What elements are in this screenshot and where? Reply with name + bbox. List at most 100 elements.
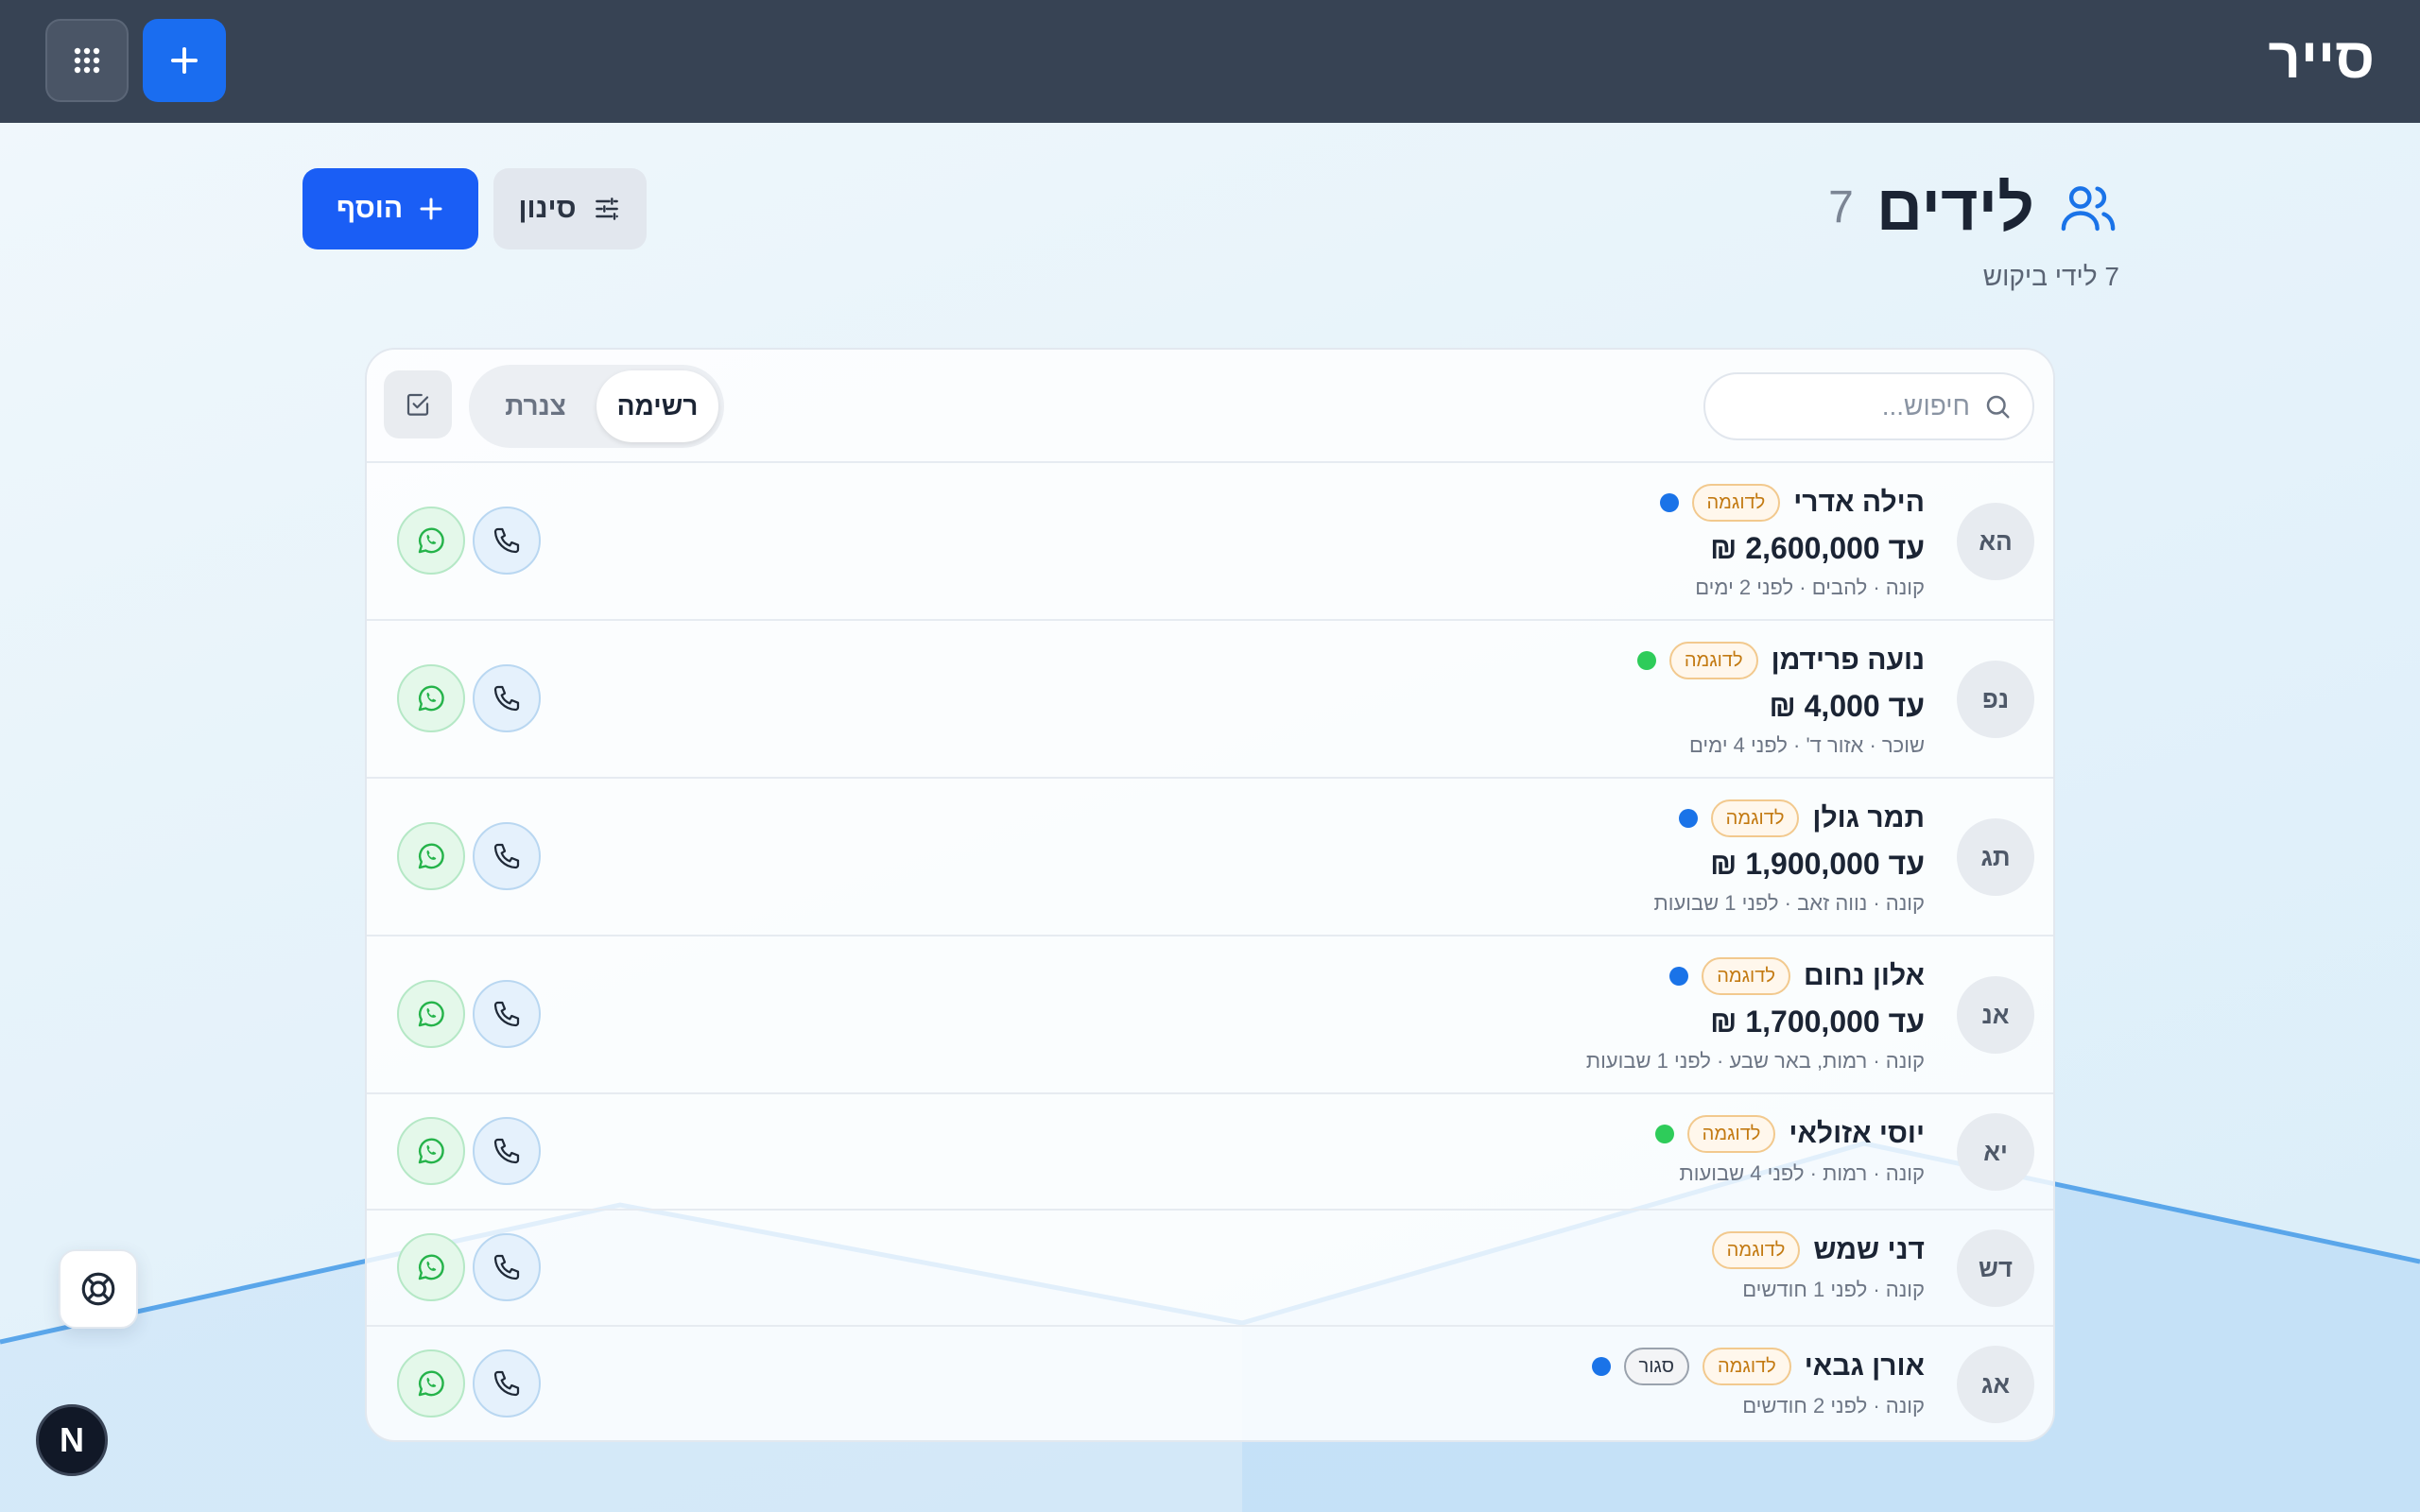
whatsapp-icon	[418, 1138, 444, 1164]
lead-name: דני שמש	[1813, 1234, 1925, 1265]
lead-info: אלון נחום לדוגמה עד 1,700,000 ₪ קונה · ר…	[1586, 955, 1925, 1076]
lead-name: תמר גולן	[1812, 802, 1925, 833]
whatsapp-icon	[418, 527, 444, 554]
lead-meta: קונה · רמות · לפני 4 שבועות	[1679, 1161, 1925, 1185]
view-list-tab[interactable]: רשימה	[596, 370, 718, 442]
whatsapp-button[interactable]	[397, 1349, 465, 1418]
whatsapp-icon	[418, 1001, 444, 1027]
status-dot	[1659, 493, 1679, 512]
lead-count: 7	[1828, 182, 1854, 232]
lead-price: עד 1,900,000 ₪	[1710, 847, 1925, 881]
panel-toolbar: רשימה צנרת	[367, 350, 2053, 463]
call-button[interactable]	[473, 507, 541, 575]
add-lead-button[interactable]: הוסף	[302, 168, 478, 249]
lead-row[interactable]: דש דני שמש לדוגמה קונה · לפני 1 חודשים	[367, 1211, 2053, 1327]
add-button-label: הוסף	[336, 193, 404, 224]
phone-icon	[493, 1254, 520, 1280]
nextjs-badge[interactable]: N	[36, 1404, 108, 1476]
closed-badge: סגור	[1623, 1348, 1689, 1385]
lead-row[interactable]: תג תמר גולן לדוגמה עד 1,900,000 ₪ קונה ·…	[367, 779, 2053, 936]
lead-row[interactable]: אנ אלון נחום לדוגמה עד 1,700,000 ₪ קונה …	[367, 936, 2053, 1094]
avatar: אנ	[1957, 976, 2034, 1054]
lead-name: נועה פרידמן	[1771, 644, 1925, 676]
lead-price: עד 1,700,000 ₪	[1710, 1005, 1925, 1039]
lead-price: עד 2,600,000 ₪	[1710, 531, 1925, 565]
plus-icon	[420, 198, 442, 220]
lead-name: אורן גבאי	[1804, 1350, 1925, 1382]
lead-info: הילה אדרי לדוגמה עד 2,600,000 ₪ קונה · ל…	[1659, 482, 1925, 603]
whatsapp-button[interactable]	[397, 507, 465, 575]
avatar: יא	[1957, 1113, 2034, 1191]
call-button[interactable]	[473, 1233, 541, 1301]
lead-name: אלון נחום	[1803, 960, 1925, 991]
lead-meta: שוכר · אזור ד' · לפני 4 ימים	[1688, 733, 1925, 757]
lead-meta: קונה · נווה זאב · לפני 1 שבועות	[1653, 891, 1925, 915]
status-dot	[1678, 809, 1698, 828]
call-button[interactable]	[473, 980, 541, 1048]
call-button[interactable]	[473, 1117, 541, 1185]
help-button[interactable]	[59, 1249, 138, 1329]
select-mode-button[interactable]	[384, 370, 452, 438]
view-toggle: רשימה צנרת	[469, 365, 724, 448]
lifebuoy-icon	[81, 1272, 115, 1306]
users-icon	[2061, 186, 2116, 232]
apps-menu-button[interactable]	[45, 19, 129, 102]
lead-row[interactable]: הא הילה אדרי לדוגמה עד 2,600,000 ₪ קונה …	[367, 463, 2053, 621]
call-button[interactable]	[473, 664, 541, 732]
plus-icon	[171, 47, 198, 74]
lead-name: יוסי אזולאי	[1789, 1118, 1925, 1149]
example-badge: לדוגמה	[1710, 799, 1800, 837]
whatsapp-button[interactable]	[397, 822, 465, 890]
avatar: תג	[1957, 818, 2034, 896]
whatsapp-icon	[418, 685, 444, 712]
lead-meta: קונה · לפני 1 חודשים	[1742, 1278, 1925, 1301]
filter-button-label: סינון	[518, 193, 577, 224]
brand-logo[interactable]: סייר	[2268, 25, 2375, 93]
lead-row[interactable]: יא יוסי אזולאי לדוגמה קונה · רמות · לפני…	[367, 1094, 2053, 1211]
lead-meta: קונה · לפני 2 חודשים	[1742, 1394, 1925, 1418]
page-subtitle: 7 לידי ביקוש	[1982, 262, 2119, 291]
whatsapp-icon	[418, 843, 444, 869]
example-badge: לדוגמה	[1702, 957, 1790, 995]
lead-price: עד 4,000 ₪	[1769, 689, 1925, 723]
leads-panel: רשימה צנרת הא הילה אדרי לדוגמה עד 2,600,…	[365, 348, 2055, 1442]
call-button[interactable]	[473, 1349, 541, 1418]
whatsapp-button[interactable]	[397, 664, 465, 732]
lead-name: הילה אדרי	[1793, 487, 1925, 518]
lead-row[interactable]: נפ נועה פרידמן לדוגמה עד 4,000 ₪ שוכר · …	[367, 621, 2053, 779]
avatar: הא	[1957, 503, 2034, 580]
phone-icon	[493, 843, 520, 869]
status-dot	[1654, 1125, 1674, 1143]
lead-info: תמר גולן לדוגמה עד 1,900,000 ₪ קונה · נו…	[1654, 798, 1925, 919]
lead-info: אורן גבאי לדוגמה סגור קונה · לפני 2 חודש…	[1591, 1346, 1925, 1421]
phone-icon	[493, 685, 520, 712]
quick-add-button[interactable]	[143, 19, 226, 102]
whatsapp-button[interactable]	[397, 980, 465, 1048]
whatsapp-icon	[418, 1254, 444, 1280]
checkbox-icon	[406, 393, 429, 416]
status-dot	[1669, 967, 1689, 986]
leads-list: הא הילה אדרי לדוגמה עד 2,600,000 ₪ קונה …	[367, 463, 2053, 1440]
page-header: לידים 7	[1828, 170, 2119, 246]
view-kanban-tab[interactable]: צנרת	[475, 370, 596, 442]
whatsapp-button[interactable]	[397, 1117, 465, 1185]
example-badge: לדוגמה	[1686, 1115, 1776, 1153]
filter-button[interactable]: סינון	[493, 168, 647, 249]
status-dot	[1636, 651, 1656, 670]
lead-meta: קונה · להבים · לפני 2 ימים	[1695, 576, 1925, 599]
page-title: לידים	[1876, 172, 2034, 244]
example-badge: לדוגמה	[1668, 642, 1758, 679]
sliders-icon	[595, 198, 618, 220]
example-badge: לדוגמה	[1691, 484, 1781, 522]
phone-icon	[493, 1001, 520, 1027]
grid-icon	[74, 47, 100, 74]
example-badge: לדוגמה	[1702, 1348, 1791, 1385]
search-input[interactable]	[1743, 391, 1970, 421]
phone-icon	[493, 1138, 520, 1164]
call-button[interactable]	[473, 822, 541, 890]
lead-row[interactable]: אג אורן גבאי לדוגמה סגור קונה · לפני 2 ח…	[367, 1327, 2053, 1440]
whatsapp-button[interactable]	[397, 1233, 465, 1301]
search-box[interactable]	[1703, 372, 2034, 440]
phone-icon	[493, 527, 520, 554]
lead-meta: קונה · רמות, באר שבע · לפני 1 שבועות	[1585, 1049, 1925, 1073]
